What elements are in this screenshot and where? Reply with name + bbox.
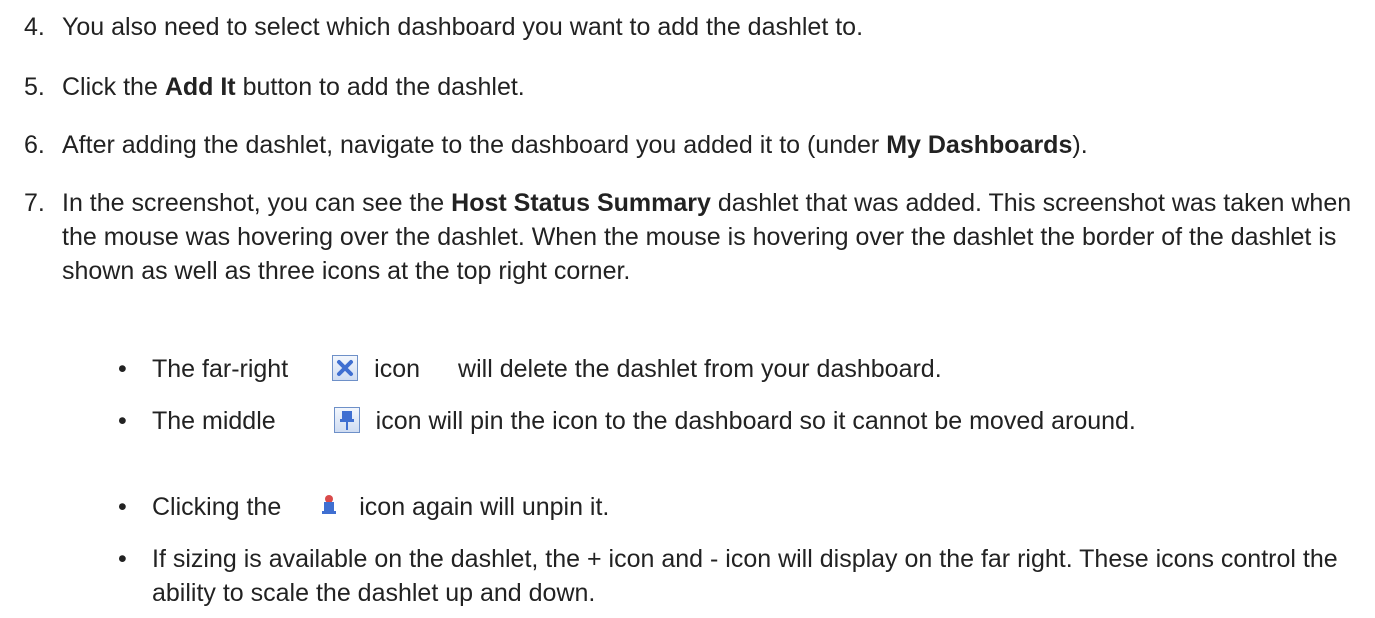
bullet-text-pre: Clicking the	[152, 493, 282, 521]
my-dashboards-label: My Dashboards	[886, 131, 1073, 159]
step-number: 7.	[24, 189, 45, 217]
step-4: 4. You also need to select which dashboa…	[24, 10, 1369, 44]
step-text-pre: Click the	[62, 73, 165, 101]
bullet-text: If sizing is available on the dashlet, t…	[152, 545, 1338, 607]
bullet-text-post: icon again will unpin it.	[359, 493, 610, 521]
host-status-summary-label: Host Status Summary	[451, 189, 711, 217]
bullet-sizing: • If sizing is available on the dashlet,…	[118, 542, 1368, 610]
pin-icon	[333, 407, 360, 433]
bullet-text-pre: The middle	[152, 407, 276, 435]
bullet-text-icon-word: icon	[374, 355, 421, 383]
bullet-marker: •	[118, 545, 127, 573]
step-6: 6. After adding the dashlet, navigate to…	[24, 128, 1369, 162]
step-text: Click the Add It button to add the dashl…	[62, 70, 1369, 104]
step-text-post: ).	[1072, 131, 1088, 159]
step-text: After adding the dashlet, navigate to th…	[62, 128, 1369, 162]
bullet-text: Clicking the icon again will unpin it.	[152, 490, 1368, 524]
step-text: You also need to select which dashboard …	[62, 13, 864, 41]
bullet-marker: •	[118, 407, 127, 435]
step-number: 6.	[24, 131, 45, 159]
bullet-unpin: • Clicking the icon again will unpin it.	[118, 490, 1368, 524]
step-text-pre: In the screenshot, you can see the	[62, 189, 452, 217]
step-number: 5.	[24, 73, 45, 101]
bullet-text: The far-right icon will delete the dashlet…	[152, 352, 1368, 386]
bullet-text-pre: The far-right	[152, 355, 289, 383]
bullet-text-post: icon will pin the icon to the dashboard …	[375, 407, 1136, 435]
bullet-text: The middle icon will pin the icon to the …	[152, 404, 1368, 438]
bullet-middle-icon: • The middle icon will pin the icon to th…	[118, 404, 1368, 438]
step-text-pre: After adding the dashlet, navigate to th…	[62, 131, 887, 159]
bullet-marker: •	[118, 493, 127, 521]
close-x-icon	[332, 355, 359, 381]
pinned-icon	[317, 493, 344, 519]
step-5: 5. Click the Add It button to add the da…	[24, 70, 1369, 104]
step-text-post: button to add the dashlet.	[235, 73, 525, 101]
bullet-far-right-icon: • The far-right icon will delete the dashl…	[118, 352, 1368, 386]
bullet-marker: •	[118, 355, 127, 383]
add-it-label: Add It	[164, 73, 236, 101]
step-number: 4.	[24, 13, 45, 41]
bullet-text-post: will delete the dashlet from your dashbo…	[458, 355, 942, 383]
document: 4. You also need to select which dashboa…	[0, 0, 1375, 618]
step-text: In the screenshot, you can see the Host …	[62, 186, 1369, 288]
step-7: 7. In the screenshot, you can see the Ho…	[24, 186, 1369, 288]
